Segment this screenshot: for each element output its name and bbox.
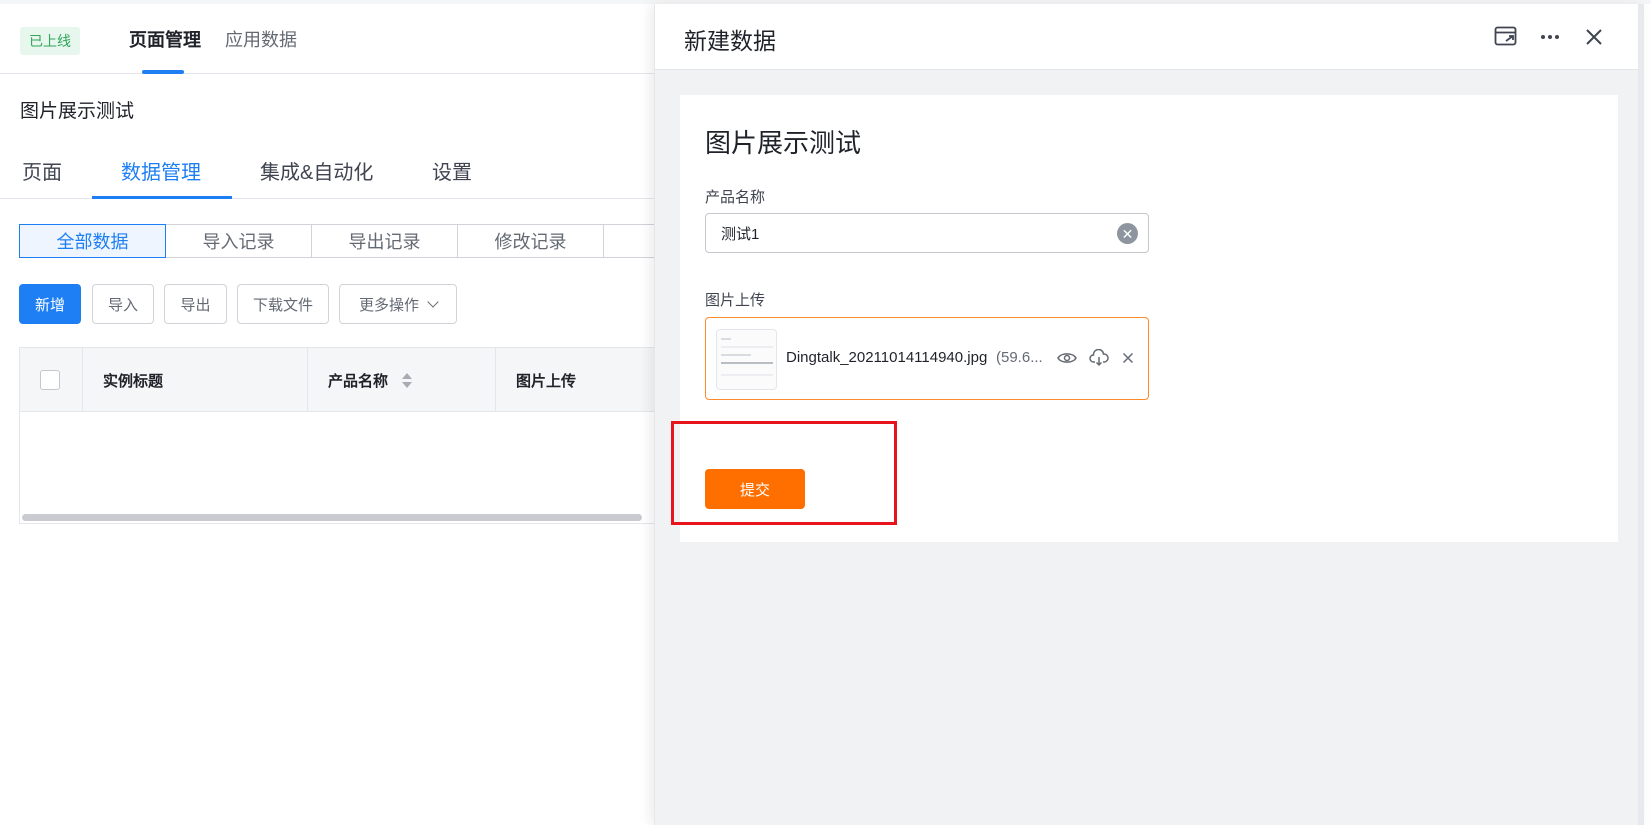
tab-integration-automation[interactable]: 集成&自动化	[260, 156, 373, 185]
file-name: Dingtalk_20211014114940.jpg	[786, 349, 988, 366]
highlight-box	[671, 421, 897, 525]
remove-icon[interactable]	[1117, 347, 1139, 369]
product-name-label: 产品名称	[705, 189, 766, 206]
new-data-drawer: 新建数据 图片展示测试 产品名称 测试1 ✕ 图片上传 Dingtalk_202…	[654, 4, 1644, 825]
status-badge: 已上线	[20, 27, 80, 55]
tab-settings[interactable]: 设置	[432, 156, 472, 185]
open-in-new-window-icon[interactable]	[1493, 24, 1519, 50]
product-name-value: 测试1	[721, 225, 760, 243]
data-segment-control: 全部数据 导入记录 导出记录 修改记录 下	[19, 224, 750, 258]
column-product-name-label: 产品名称	[328, 372, 389, 390]
segment-modify-records[interactable]: 修改记录	[457, 224, 604, 258]
download-files-button[interactable]: 下载文件	[237, 284, 329, 324]
export-button[interactable]: 导出	[164, 284, 227, 324]
form-title: 图片展示测试	[705, 128, 862, 158]
file-size: (59.6...	[996, 349, 1043, 366]
product-name-input[interactable]: 测试1 ✕	[705, 213, 1149, 253]
sub-tab-indicator	[92, 196, 232, 199]
segment-import-records[interactable]: 导入记录	[165, 224, 312, 258]
image-upload-label: 图片上传	[705, 292, 766, 309]
image-upload-field[interactable]: Dingtalk_20211014114940.jpg (59.6...	[705, 317, 1149, 400]
more-actions-label: 更多操作	[358, 296, 419, 314]
column-instance-title[interactable]: 实例标题	[83, 348, 308, 412]
add-button[interactable]: 新增	[19, 284, 81, 324]
select-all-cell	[20, 348, 83, 412]
drawer-header: 新建数据	[655, 4, 1644, 70]
tab-data-management[interactable]: 数据管理	[121, 156, 201, 185]
top-bar: 已上线 页面管理 应用数据	[0, 4, 654, 74]
column-product-name[interactable]: 产品名称	[308, 348, 496, 412]
clear-icon[interactable]: ✕	[1117, 223, 1138, 244]
sort-icon[interactable]	[402, 372, 413, 388]
more-icon[interactable]	[1537, 24, 1563, 50]
select-all-checkbox[interactable]	[40, 370, 60, 390]
close-icon[interactable]	[1581, 24, 1607, 50]
chevron-down-icon	[427, 295, 439, 308]
column-image-upload[interactable]: 图片上传	[496, 348, 666, 412]
segment-export-records[interactable]: 导出记录	[311, 224, 458, 258]
more-actions-button[interactable]: 更多操作	[339, 284, 457, 324]
sub-tabs: 页面 数据管理 集成&自动化 设置	[0, 150, 654, 199]
active-tab-indicator	[142, 70, 184, 74]
page: 已上线 页面管理 应用数据 图片展示测试 页面 数据管理 集成&自动化 设置 全…	[0, 0, 1651, 825]
drawer-scrollbar[interactable]	[1638, 4, 1644, 825]
import-button[interactable]: 导入	[92, 284, 154, 324]
data-table: 实例标题 产品名称 图片上传	[19, 347, 659, 524]
image-thumbnail[interactable]	[716, 329, 777, 390]
eye-icon[interactable]	[1056, 347, 1078, 369]
drawer-title: 新建数据	[684, 28, 776, 54]
table-header: 实例标题 产品名称 图片上传	[20, 348, 658, 412]
tab-page[interactable]: 页面	[22, 156, 62, 185]
tab-page-management[interactable]: 页面管理	[129, 26, 201, 52]
app-title: 图片展示测试	[20, 101, 135, 122]
cloud-download-icon[interactable]	[1088, 347, 1110, 369]
horizontal-scrollbar[interactable]	[22, 514, 642, 521]
tab-app-data[interactable]: 应用数据	[225, 26, 297, 52]
segment-all-data[interactable]: 全部数据	[19, 224, 166, 258]
